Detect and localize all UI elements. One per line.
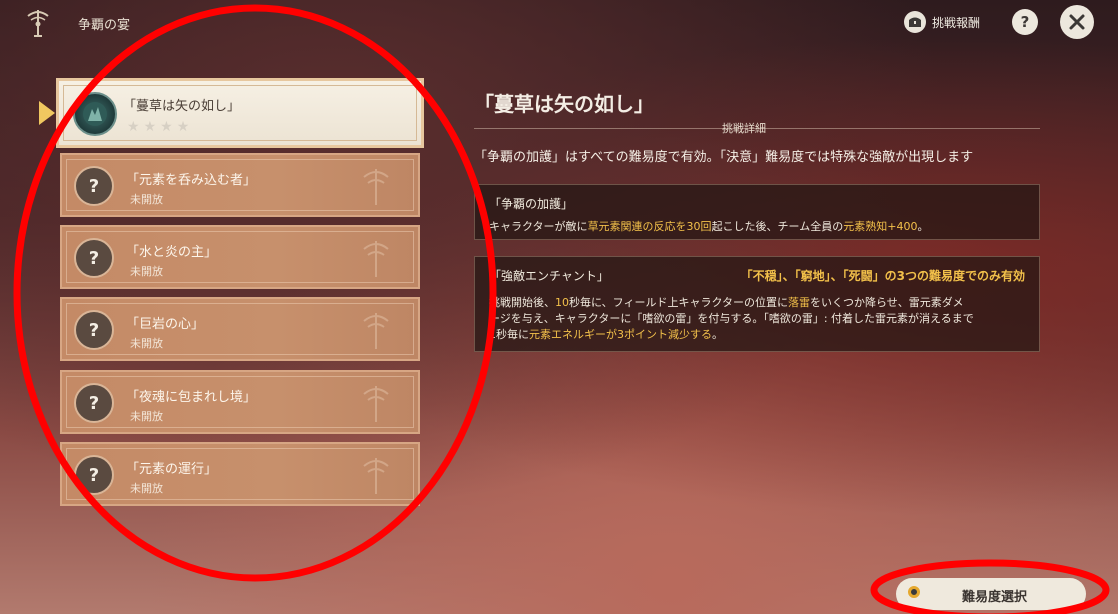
page-title: 争覇の宴 [78, 18, 131, 33]
difficulty-select-button[interactable]: 難易度選択 [896, 578, 1086, 610]
enchant-title: 「強敵エンチャント」 [489, 269, 609, 283]
challenge-status: 未開放 [130, 410, 163, 423]
challenge-item-1[interactable]: ? 「元素を呑み込む者」 未開放 [60, 153, 420, 217]
star-icon: ★ [160, 119, 173, 135]
locked-question-icon: ? [74, 166, 114, 206]
challenge-item-5[interactable]: ? 「元素の運行」 未開放 [60, 442, 420, 506]
challenge-rewards-button[interactable]: 挑戦報酬 [904, 10, 980, 34]
detail-summary: 「争覇の加護」はすべての難易度で有効。「決意」難易度では特殊な強敵が出現します [474, 150, 974, 165]
challenge-rewards-label: 挑戦報酬 [932, 15, 981, 30]
help-button[interactable]: ? [1012, 9, 1038, 35]
top-bar: 争覇の宴 挑戦報酬 ? [0, 0, 1118, 48]
star-icon: ★ [176, 119, 190, 135]
event-emblem-icon [27, 10, 49, 37]
challenge-item-3[interactable]: ? 「巨岩の心」 未開放 [60, 297, 420, 361]
blessing-panel: 「争覇の加護」 キャラクターが敵に草元素関連の反応を30回起こした後、チーム全員… [474, 184, 1040, 240]
decorative-emblem-icon [363, 458, 389, 494]
close-icon [1069, 14, 1085, 30]
difficulty-select-label: 難易度選択 [962, 590, 1028, 605]
challenge-name: 「元素を呑み込む者」 [126, 173, 257, 188]
boss-portrait [73, 92, 117, 136]
selected-marker-icon [39, 101, 55, 125]
challenge-status: 未開放 [130, 337, 163, 350]
challenge-name: 「夜魂に包まれし境」 [126, 390, 257, 405]
locked-question-icon: ? [74, 455, 114, 495]
section-label: 挑戦詳細 [722, 122, 766, 135]
challenge-item-0[interactable]: 「蔓草は矢の如し」 ★ ★ ★ ★ [39, 78, 424, 148]
locked-question-icon: ? [74, 238, 114, 278]
locked-question-icon: ? [74, 310, 114, 350]
locked-question-icon: ? [74, 383, 114, 423]
challenge-name: 「蔓草は矢の如し」 [123, 99, 241, 114]
star-icon: ★ [127, 119, 140, 135]
decorative-emblem-icon [363, 386, 389, 422]
decorative-emblem-icon [363, 169, 389, 205]
enchant-panel: 「強敵エンチャント」 「不穏」、「窮地」、「死闘」の3つの難易度でのみ有効 挑戦… [474, 256, 1040, 352]
blessing-title: 「争覇の加護」 [489, 197, 574, 211]
challenge-item-4[interactable]: ? 「夜魂に包まれし境」 未開放 [60, 370, 420, 434]
detail-title: 「蔓草は矢の如し」 [474, 92, 654, 116]
blessing-description: キャラクターが敵に草元素関連の反応を30回起こした後、チーム全員の元素熟知+40… [489, 220, 929, 233]
challenge-name: 「水と炎の主」 [126, 245, 218, 260]
enchant-description: 挑戦開始後、10秒毎に、フィールド上キャラクターの位置に落雷をいくつか降らせ、雷… [489, 296, 974, 341]
challenge-status: 未開放 [130, 193, 163, 206]
challenge-name: 「元素の運行」 [126, 462, 218, 477]
decorative-emblem-icon [363, 313, 389, 349]
gamepad-button-icon [908, 586, 920, 598]
difficulty-stars: ★ ★ ★ ★ [127, 119, 189, 135]
challenge-status: 未開放 [130, 265, 163, 278]
challenge-name: 「巨岩の心」 [126, 317, 205, 332]
close-button[interactable] [1060, 5, 1094, 39]
challenge-status: 未開放 [130, 482, 163, 495]
challenge-item-2[interactable]: ? 「水と炎の主」 未開放 [60, 225, 420, 289]
decorative-emblem-icon [363, 241, 389, 277]
enchant-difficulty-note: 「不穏」、「窮地」、「死闘」の3つの難易度でのみ有効 [740, 269, 1025, 283]
reward-chest-icon [904, 11, 926, 33]
star-icon: ★ [143, 119, 157, 135]
